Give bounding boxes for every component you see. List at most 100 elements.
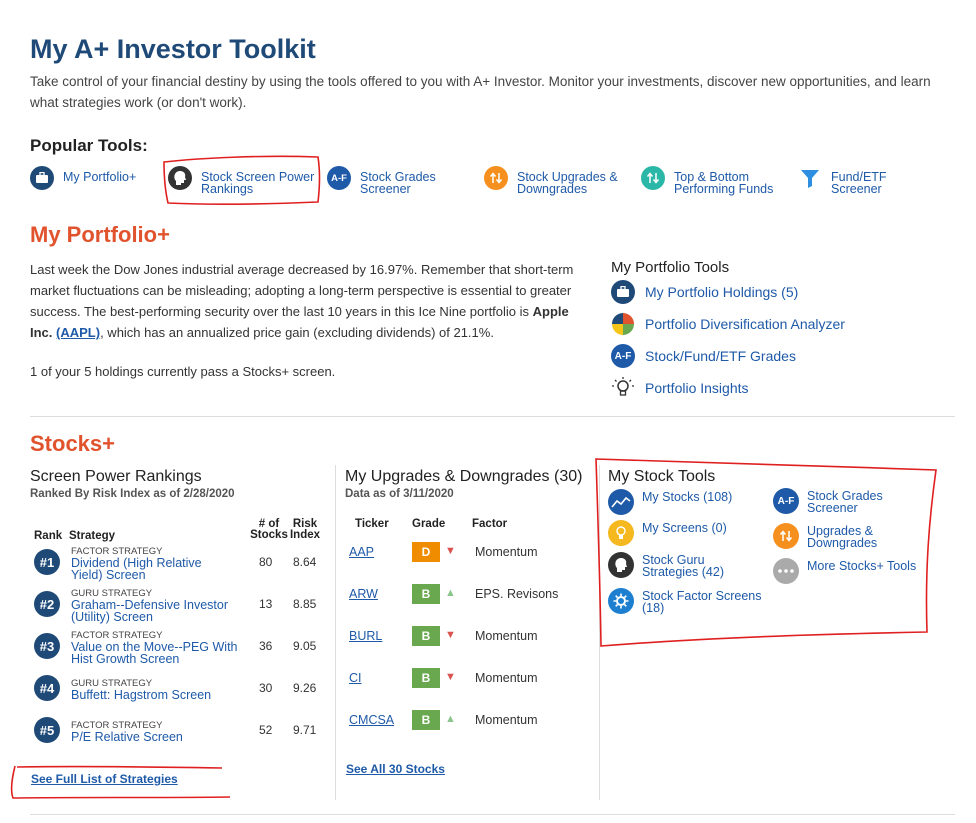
ticker-link[interactable]: CI	[349, 671, 362, 685]
stock-tool-factor-screens[interactable]: Stock Factor Screens (18)	[608, 588, 762, 614]
portfolio-summary-text: Last week the Dow Jones industrial avera…	[30, 262, 574, 319]
popular-tool-label: Top & Bottom Performing Funds	[674, 170, 774, 196]
stock-tool-my-screens[interactable]: My Screens (0)	[608, 520, 727, 546]
popular-tool-my-portfolio[interactable]: My Portfolio+	[30, 166, 136, 190]
rankings-header-risk: Risk Index	[289, 518, 321, 541]
strategy-name: Buffett: Hagstrom Screen	[71, 688, 212, 702]
ranking-strategy[interactable]: FACTOR STRATEGY Dividend (High Relative Y…	[71, 546, 251, 581]
portfolio-tools-title: My Portfolio Tools	[611, 259, 730, 276]
up-arrow-icon: ▲	[445, 713, 456, 725]
up-arrow-icon: ▲	[445, 587, 456, 599]
rank-badge: #5	[34, 717, 60, 743]
stock-tool-upgrades-downgrades[interactable]: Upgrades & Downgrades	[773, 523, 877, 549]
ticker-link[interactable]: AAP	[349, 545, 374, 559]
guru-head-icon	[608, 552, 634, 578]
strategy-stock-count: 80	[259, 555, 273, 569]
grade-badge: B	[412, 626, 440, 646]
portfolio-tool-grades[interactable]: A-F Stock/Fund/ETF Grades	[611, 344, 796, 368]
column-divider	[335, 465, 336, 800]
intro-text: Take control of your financial destiny b…	[30, 74, 931, 110]
ranking-strategy[interactable]: FACTOR STRATEGY P/E Relative Screen	[71, 720, 251, 743]
portfolio-tool-diversification[interactable]: Portfolio Diversification Analyzer	[611, 312, 845, 336]
portfolio-tool-label: Stock/Fund/ETF Grades	[645, 348, 796, 364]
portfolio-tool-holdings[interactable]: My Portfolio Holdings (5)	[611, 280, 798, 304]
stocks-section-title: Stocks+	[30, 431, 115, 456]
stock-chart-icon	[608, 489, 634, 515]
grade-factor: Momentum	[475, 713, 538, 727]
stock-tool-label: My Stocks (108)	[642, 490, 733, 504]
bottom-divider	[30, 814, 955, 815]
ranking-row: #4	[34, 675, 60, 701]
stock-tool-label: More Stocks+ Tools	[807, 559, 917, 573]
ticker-link[interactable]: CMCSA	[349, 713, 394, 727]
popular-tool-upgrades-downgrades[interactable]: Stock Upgrades & Downgrades	[484, 166, 618, 195]
upgrades-header-factor: Factor	[472, 518, 508, 530]
stock-tool-more-tools[interactable]: More Stocks+ Tools	[773, 558, 916, 584]
portfolio-tool-label: My Portfolio Holdings (5)	[645, 284, 799, 300]
guru-head-icon	[168, 166, 192, 190]
rank-badge: #3	[34, 633, 60, 659]
lightbulb-icon	[611, 376, 635, 400]
popular-tool-label: Stock Screen Power Rankings	[201, 170, 315, 196]
ranking-strategy[interactable]: GURU STRATEGY Buffett: Hagstrom Screen	[71, 678, 251, 701]
stock-tool-grades-screener[interactable]: A-F Stock Grades Screener	[773, 488, 883, 514]
more-dots-icon	[773, 558, 799, 584]
column-divider	[599, 465, 600, 800]
holdings-note: 1 of your 5 holdings currently pass a St…	[30, 364, 336, 379]
ranking-row: #2	[34, 591, 60, 617]
portfolio-summary-text-end: , which has an annualized price gain (ex…	[100, 325, 494, 340]
upgrades-header-ticker: Ticker	[355, 518, 389, 530]
pie-chart-icon	[611, 312, 635, 336]
page-title: My A+ Investor Toolkit	[30, 34, 316, 64]
ranking-row: #3	[34, 633, 60, 659]
briefcase-icon	[30, 166, 54, 190]
ranking-strategy[interactable]: GURU STRATEGY Graham--Defensive Investor…	[71, 588, 251, 623]
popular-tool-label: Stock Grades Screener	[360, 170, 436, 196]
updown-arrows-teal-icon	[641, 166, 665, 190]
upgrades-header-grade: Grade	[412, 518, 446, 530]
stock-tool-guru-strategies[interactable]: Stock Guru Strategies (42)	[608, 552, 724, 578]
grade-badge: D	[412, 542, 440, 562]
portfolio-tool-insights[interactable]: Portfolio Insights	[611, 376, 749, 400]
popular-tool-fund-etf-screener[interactable]: Fund/ETF Screener	[798, 166, 887, 195]
ranking-row: #5	[34, 717, 60, 743]
rankings-subtitle: Ranked By Risk Index as of 2/28/2020	[30, 488, 235, 500]
portfolio-tool-label: Portfolio Insights	[645, 380, 749, 396]
see-all-stocks-link[interactable]: See All 30 Stocks	[346, 762, 445, 776]
best-security-ticker-link[interactable]: (AAPL)	[56, 325, 100, 340]
strategy-stock-count: 52	[259, 723, 273, 737]
popular-tool-top-bottom-funds[interactable]: Top & Bottom Performing Funds	[641, 166, 773, 195]
strategy-stock-count: 36	[259, 639, 273, 653]
down-arrow-icon: ▼	[445, 671, 456, 683]
lightbulb-icon	[608, 520, 634, 546]
grade-factor: Momentum	[475, 629, 538, 643]
upgrades-title: My Upgrades & Downgrades (30)	[345, 468, 583, 485]
grades-af-icon: A-F	[327, 166, 351, 190]
popular-tool-stock-grades-screener[interactable]: A-F Stock Grades Screener	[327, 166, 436, 195]
grade-badge: B	[412, 710, 440, 730]
popular-tool-screen-power-rankings[interactable]: Stock Screen Power Rankings	[168, 166, 314, 195]
updown-arrows-icon	[773, 523, 799, 549]
ticker-link[interactable]: ARW	[349, 587, 378, 601]
gear-bulb-icon	[608, 588, 634, 614]
ranking-row: #1	[34, 549, 60, 575]
grades-af-icon: A-F	[611, 344, 635, 368]
strategy-risk-index: 9.26	[293, 681, 317, 695]
grade-badge: B	[412, 584, 440, 604]
see-full-strategies-link[interactable]: See Full List of Strategies	[31, 772, 178, 786]
grade-factor: EPS. Revisons	[475, 587, 559, 601]
grade-factor: Momentum	[475, 671, 538, 685]
ranking-strategy[interactable]: FACTOR STRATEGY Value on the Move--PEG W…	[71, 630, 256, 665]
strategy-risk-index: 9.05	[293, 639, 317, 653]
stock-tool-label: Upgrades & Downgrades	[807, 524, 878, 550]
rankings-header-rank: Rank	[34, 530, 63, 542]
strategy-stock-count: 13	[259, 597, 273, 611]
strategy-risk-index: 8.85	[293, 597, 317, 611]
stock-tools-title: My Stock Tools	[608, 468, 716, 485]
stock-tool-my-stocks[interactable]: My Stocks (108)	[608, 489, 732, 515]
popular-tool-label: Fund/ETF Screener	[831, 170, 887, 196]
ticker-link[interactable]: BURL	[349, 629, 382, 643]
down-arrow-icon: ▼	[445, 629, 456, 641]
strategy-risk-index: 8.64	[293, 555, 317, 569]
rank-badge: #2	[34, 591, 60, 617]
